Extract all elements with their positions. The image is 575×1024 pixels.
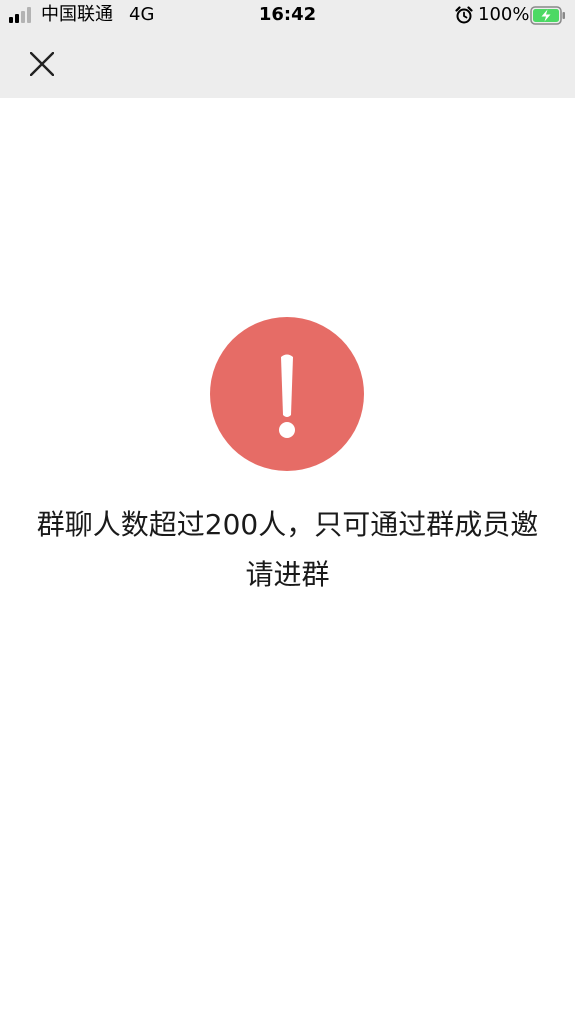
top-area: 中国联通 4G 16:42 100%	[0, 0, 575, 98]
alert-message: 群聊人数超过200人，只可通过群成员邀请进群	[36, 508, 539, 591]
screen: 中国联通 4G 16:42 100% 群聊人数超过200人，只可通过群成员邀请进…	[0, 0, 575, 1024]
close-button[interactable]	[18, 40, 66, 88]
alarm-icon	[455, 6, 473, 24]
status-bar: 中国联通 4G 16:42 100%	[0, 0, 575, 32]
battery-charging-icon	[530, 6, 565, 25]
exclamation-mark	[279, 354, 295, 438]
battery-percent: 100%	[478, 4, 530, 25]
exclamation-icon	[210, 317, 364, 471]
close-icon	[30, 52, 54, 76]
nav-bar	[0, 32, 575, 98]
